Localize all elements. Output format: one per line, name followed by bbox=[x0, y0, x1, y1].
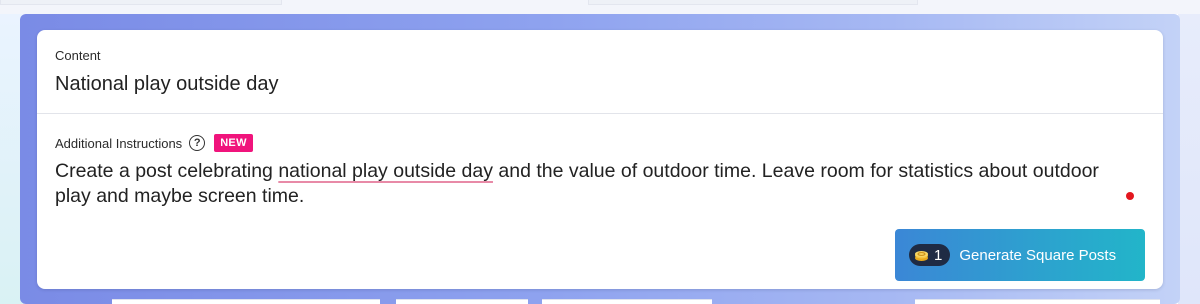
content-label: Content bbox=[55, 48, 101, 63]
top-tab-strip bbox=[0, 0, 1200, 14]
instructions-text-start: Create a post celebrating bbox=[55, 160, 279, 182]
credit-count: 1 bbox=[934, 246, 943, 264]
additional-instructions-input[interactable]: Create a post celebrating national play … bbox=[55, 159, 1130, 209]
post-input-card: Content National play outside day Additi… bbox=[37, 30, 1163, 289]
bottom-tab[interactable] bbox=[542, 299, 712, 304]
generate-button-label: Generate Square Posts bbox=[959, 246, 1117, 264]
content-input[interactable]: National play outside day bbox=[55, 73, 278, 96]
top-tab[interactable] bbox=[588, 0, 918, 5]
spellcheck-underlined-phrase: national play outside day bbox=[278, 160, 493, 182]
divider bbox=[37, 113, 1163, 114]
coin-stack-icon bbox=[914, 249, 929, 261]
additional-instructions-header: Additional Instructions ? NEW bbox=[55, 134, 253, 152]
bottom-tab[interactable] bbox=[915, 299, 1160, 304]
bottom-tab[interactable] bbox=[112, 299, 380, 304]
additional-instructions-label: Additional Instructions bbox=[55, 135, 183, 151]
generate-square-posts-button[interactable]: 1 Generate Square Posts bbox=[895, 229, 1145, 281]
unsaved-indicator-dot bbox=[1126, 192, 1134, 200]
new-badge: NEW bbox=[214, 134, 253, 152]
bottom-tab[interactable] bbox=[396, 299, 528, 304]
question-circle-icon[interactable]: ? bbox=[189, 135, 206, 151]
right-background bbox=[1178, 14, 1200, 304]
credit-cost-pill: 1 bbox=[909, 244, 951, 266]
top-tab[interactable] bbox=[0, 0, 282, 5]
